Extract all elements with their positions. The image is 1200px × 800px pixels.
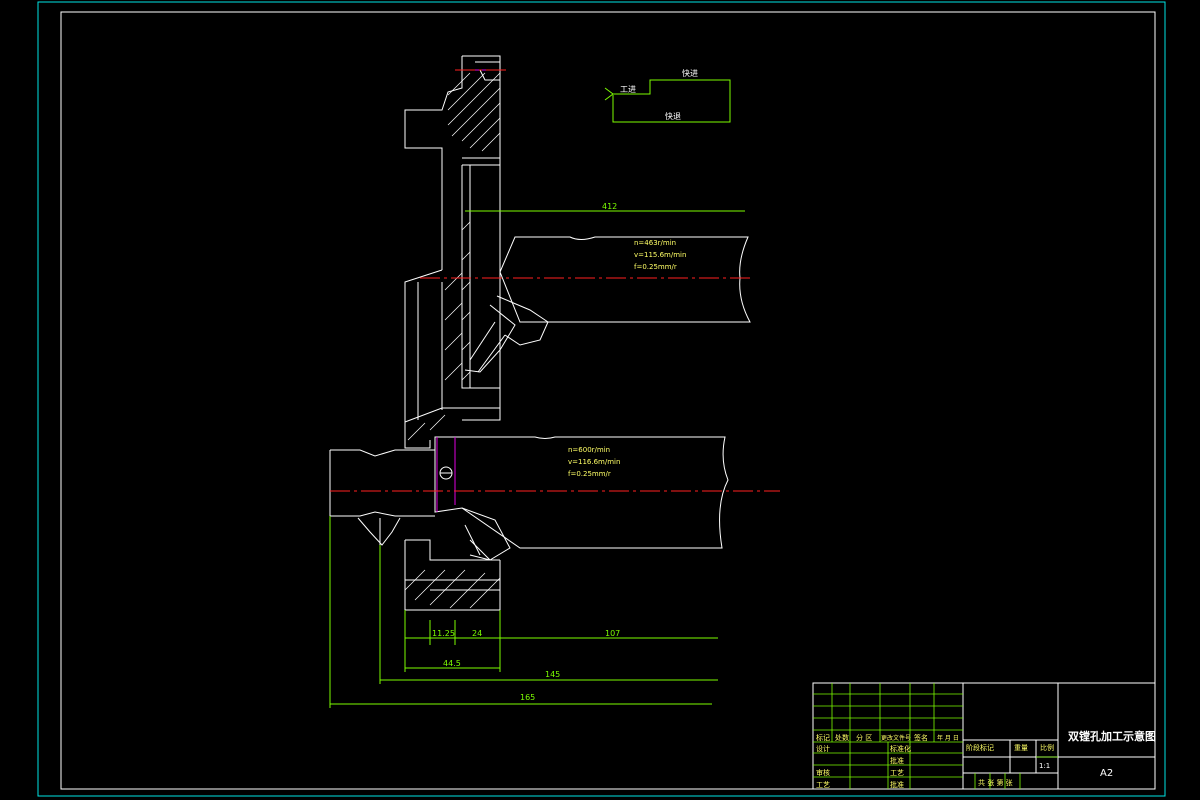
upper-param-f: f=0.25mm/r (634, 263, 677, 271)
dim-11-25: 11.25 (432, 629, 455, 638)
upper-boring-bar (464, 236, 751, 373)
lower-boring-bar (329, 436, 729, 561)
tb-stage-mark: 阶段标记 (966, 743, 994, 752)
rapid-return-label: 快退 (665, 111, 681, 121)
dim-145: 145 (545, 670, 560, 679)
tb-mark: 标记 (816, 733, 830, 742)
dim-412: 412 (602, 202, 617, 211)
upper-param-v: v=115.6m/min (634, 251, 686, 259)
tb-process: 工艺 (890, 769, 904, 777)
tb-change-doc: 更改文件号 (881, 734, 911, 742)
tb-approve-2: 批准 (890, 780, 904, 789)
tb-date: 年 月 日 (937, 734, 959, 742)
dim-107: 107 (605, 629, 620, 638)
section-hatching (404, 72, 501, 609)
tb-review: 审核 (816, 768, 830, 777)
tb-design: 设计 (816, 744, 830, 753)
dim-24: 24 (472, 629, 482, 638)
tb-approve-1: 批准 (890, 756, 904, 765)
centerlines (330, 69, 780, 492)
lower-param-f: f=0.25mm/r (568, 470, 611, 478)
work-feed-label: 工进 (620, 85, 636, 94)
tb-sign: 签名 (914, 733, 928, 742)
lower-param-n: n=600r/min (568, 446, 610, 454)
drawing-canvas: 工进 快进 快退 n=463r/min v=115.6m/min f=0.25m… (37, 1, 1166, 797)
dim-165: 165 (520, 693, 535, 702)
lower-param-v: v=116.6m/min (568, 458, 620, 466)
tb-weight: 重量 (1014, 744, 1028, 752)
scale-value: 1:1 (1039, 762, 1050, 770)
tb-scale-label: 比例 (1040, 743, 1054, 752)
tb-craft: 工艺 (816, 781, 830, 789)
dim-44-5: 44.5 (443, 659, 461, 668)
tb-count: 处数 (835, 733, 849, 742)
tb-zone: 分 区 (856, 733, 872, 742)
rapid-forward-label: 快进 (682, 68, 698, 78)
magenta-lines (436, 69, 500, 512)
tb-sheets: 共 张 第 张 (978, 778, 1013, 787)
dimension-lines (329, 79, 745, 708)
workpiece-section (404, 55, 501, 611)
tb-standardize: 标准化 (890, 744, 911, 753)
inner-border (60, 11, 1156, 790)
sheet-size: A2 (1100, 768, 1113, 779)
drawing-title: 双镗孔加工示意图 (1068, 729, 1156, 743)
outer-border (37, 1, 1166, 797)
upper-param-n: n=463r/min (634, 239, 676, 247)
